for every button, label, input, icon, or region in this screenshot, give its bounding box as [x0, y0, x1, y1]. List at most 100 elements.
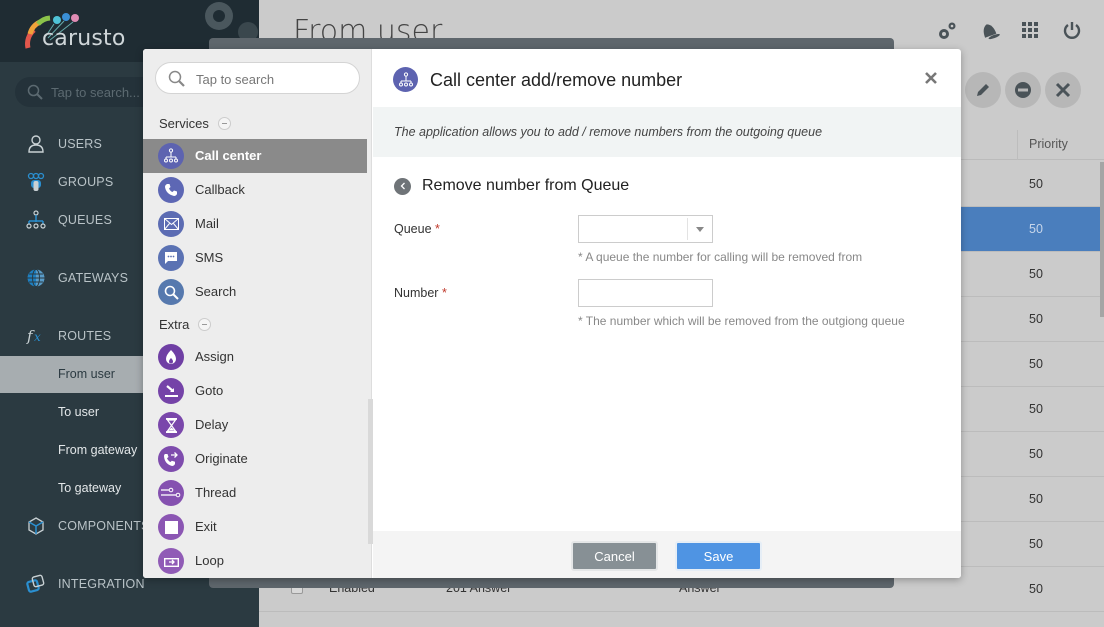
cell-priority: 50: [1029, 447, 1043, 461]
app-item-label: Exit: [195, 519, 217, 534]
hourglass-icon: [158, 412, 184, 438]
cell-priority: 50: [1029, 312, 1043, 326]
group-label: Services: [159, 116, 209, 131]
chevron-down-icon: [696, 227, 704, 232]
sidebar-subitem-label: To user: [58, 405, 99, 419]
bell-icon[interactable]: [978, 20, 1000, 42]
app-item-thread[interactable]: Thread: [143, 476, 367, 510]
group-label: Extra: [159, 317, 190, 332]
app-item-call-center[interactable]: Call center: [143, 139, 367, 173]
subtitle-text: Remove number from Queue: [422, 177, 630, 194]
edit-button[interactable]: [965, 72, 1001, 108]
dialog-header: Call center add/remove number: [373, 49, 961, 107]
loop-icon: [158, 548, 184, 574]
cell-priority: 50: [1029, 267, 1043, 281]
sidebar-search-placeholder: Tap to search...: [51, 85, 140, 100]
cell-priority: 50: [1029, 492, 1043, 506]
app-item-label: SMS: [195, 250, 224, 265]
column-divider: [1017, 130, 1018, 160]
app-item-label: Loop: [195, 553, 224, 568]
sidebar-subitem-label: From user: [58, 367, 115, 381]
queue-label-text: Queue: [394, 222, 432, 236]
settings-icon[interactable]: [936, 20, 956, 42]
app-item-goto[interactable]: Goto: [143, 374, 367, 408]
queue-hint: * A queue the number for calling will be…: [578, 250, 863, 264]
apps-grid-icon[interactable]: [1020, 20, 1040, 42]
application-search-placeholder: Tap to search: [196, 72, 275, 87]
app-item-label: Goto: [195, 383, 224, 398]
originate-icon: [158, 446, 184, 472]
group-header-extra: Extra: [159, 317, 212, 332]
number-hint: * The number which will be removed from …: [578, 314, 905, 328]
description-text: The application allows you to add / remo…: [394, 125, 823, 139]
app-item-label: Assign: [195, 349, 235, 364]
collapse-icon[interactable]: [217, 117, 231, 130]
chevron-left-icon: [400, 182, 405, 190]
sidebar-item-label: COMPONENTS: [58, 519, 150, 533]
app-item-assign[interactable]: Assign: [143, 340, 367, 374]
svg-text:x: x: [34, 330, 41, 344]
brand-name: carusto: [42, 26, 126, 51]
search-icon: [27, 84, 43, 100]
application-list-panel: Tap to search Services Call center Callbac…: [143, 49, 373, 578]
app-item-exit[interactable]: Exit: [143, 510, 367, 544]
form-subtitle: Remove number from Queue: [394, 177, 629, 195]
call-center-icon: [158, 143, 184, 169]
sidebar-subitem-label: To gateway: [58, 481, 122, 495]
top-toolbar: [936, 20, 1082, 42]
search-icon: [158, 279, 184, 305]
application-search-input[interactable]: Tap to search: [155, 62, 360, 94]
delete-button[interactable]: [1045, 72, 1081, 108]
app-item-sms[interactable]: SMS: [143, 241, 367, 275]
column-header-priority[interactable]: Priority: [1029, 137, 1068, 151]
search-icon: [168, 70, 185, 87]
close-icon[interactable]: [923, 70, 939, 86]
queue-select[interactable]: [578, 215, 713, 243]
app-item-callback[interactable]: Callback: [143, 173, 367, 207]
cancel-button[interactable]: Cancel: [571, 541, 658, 571]
goto-icon: [158, 378, 184, 404]
app-item-loop[interactable]: Loop: [143, 544, 367, 578]
save-button[interactable]: Save: [675, 541, 762, 571]
sidebar-subitem-label: From gateway: [58, 443, 138, 457]
app-item-originate[interactable]: Originate: [143, 442, 367, 476]
app-item-label: Originate: [195, 451, 248, 466]
integration-icon: [26, 574, 45, 593]
application-form: Call center add/remove number The applic…: [373, 49, 961, 578]
cell-priority: 50: [1029, 582, 1043, 596]
sidebar-item-label: GATEWAYS: [58, 271, 129, 285]
fx-icon: fx: [26, 327, 41, 345]
close-icon: [1055, 82, 1071, 98]
number-input[interactable]: [578, 279, 713, 307]
main-scrollbar[interactable]: [1100, 162, 1104, 317]
app-item-label: Callback: [195, 182, 245, 197]
gear-icon: [205, 2, 258, 40]
required-mark: *: [435, 222, 440, 236]
app-item-label: Thread: [195, 485, 237, 500]
app-item-label: Call center: [195, 148, 262, 163]
minus-circle-icon: [1015, 82, 1031, 98]
disable-button[interactable]: [1005, 72, 1041, 108]
app-item-search[interactable]: Search: [143, 275, 367, 309]
dialog-description: The application allows you to add / remo…: [373, 107, 961, 157]
group-header-services: Services: [159, 116, 231, 131]
cell-priority: 50: [1029, 402, 1043, 416]
queue-icon: [26, 210, 46, 229]
cube-icon: [28, 517, 44, 535]
app-item-delay[interactable]: Delay: [143, 408, 367, 442]
required-mark: *: [441, 286, 447, 300]
power-icon[interactable]: [1062, 20, 1082, 42]
select-divider: [687, 218, 688, 240]
dialog-footer: Cancel Save: [373, 531, 961, 578]
back-button[interactable]: [394, 177, 411, 195]
row-action-buttons: [965, 72, 1081, 108]
collapse-icon[interactable]: [198, 318, 212, 331]
globe-icon: [27, 269, 45, 287]
number-label: Number *: [394, 286, 447, 300]
user-icon: [28, 135, 44, 153]
app-item-mail[interactable]: Mail: [143, 207, 367, 241]
dialog-title: Call center add/remove number: [430, 70, 683, 90]
cell-priority: 50: [1029, 177, 1043, 191]
cell-priority: 50: [1029, 537, 1043, 551]
sidebar-item-label: QUEUES: [58, 213, 112, 227]
